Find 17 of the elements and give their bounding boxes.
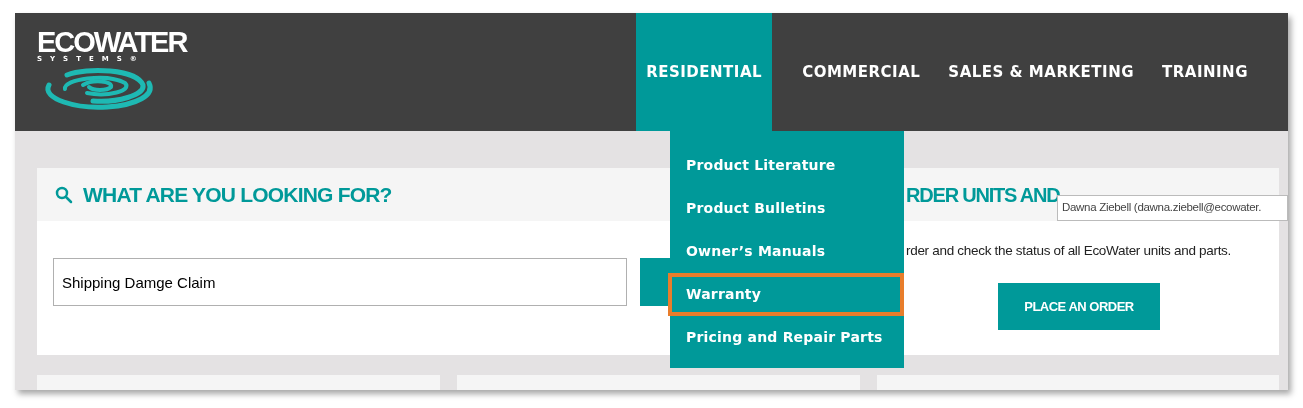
search-field[interactable]: Shipping Damge Claim — [53, 258, 627, 306]
menu-item[interactable]: Product Bulletins — [670, 187, 904, 230]
nav-tab[interactable]: COMMERCIAL — [788, 13, 935, 131]
menu-item[interactable]: Product Literature — [670, 144, 904, 187]
order-description: rder and check the status of all EcoWater units and parts. — [905, 242, 1233, 260]
place-order-button[interactable]: PLACE AN ORDER — [998, 283, 1160, 331]
card-title: RDER UNITS AND — [906, 182, 1060, 208]
nav-tab[interactable]: RESIDENTIAL — [636, 13, 773, 131]
menu-item[interactable]: Warranty — [668, 273, 904, 316]
menu-item[interactable]: Owner’s Manuals — [670, 230, 904, 273]
logo-wordmark: ECOWATER — [37, 29, 187, 55]
tooltip-text: Dawna Ziebell (dawna.ziebell@ecowater. — [1062, 200, 1262, 216]
menu-item[interactable]: Pricing and Repair Parts — [670, 316, 904, 359]
search-icon — [55, 185, 73, 204]
card-title: WHAT ARE YOU LOOKING FOR? — [83, 181, 392, 208]
nav-tab[interactable]: TRAINING — [1148, 13, 1262, 131]
nav-tab[interactable]: SALES & MARKETING — [934, 13, 1148, 131]
